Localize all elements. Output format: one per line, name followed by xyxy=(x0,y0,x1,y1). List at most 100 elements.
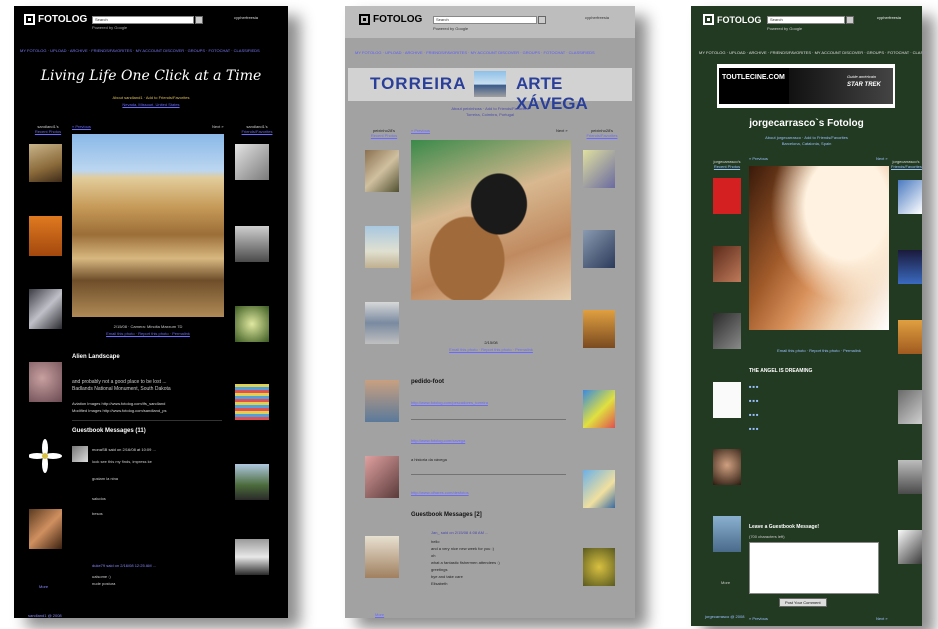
friend-thumb-2[interactable] xyxy=(898,250,922,284)
recent-photos-header[interactable]: peixinho28's Recent Photos xyxy=(363,128,405,138)
recent-thumb-4[interactable] xyxy=(713,382,741,418)
recent-thumb-3[interactable] xyxy=(713,313,741,349)
comment-3[interactable]: ■ ■ ■ xyxy=(749,412,889,426)
friend-thumb-2[interactable] xyxy=(235,226,269,262)
post-comment-button[interactable]: Post Your Comment xyxy=(779,598,827,607)
search-input[interactable]: Search xyxy=(433,16,537,24)
more-link[interactable]: More xyxy=(375,612,384,617)
friend-thumb-6[interactable] xyxy=(898,530,922,564)
post-divider-2 xyxy=(411,474,566,475)
user-name[interactable]: cypherfreesia xyxy=(585,15,609,20)
friend-thumb-2[interactable] xyxy=(583,230,615,268)
recent-thumb-3[interactable] xyxy=(365,302,399,344)
friend-thumb-4[interactable] xyxy=(235,384,269,420)
location-link[interactable]: Barcelona, Catalonia, Spain xyxy=(691,141,922,146)
recent-thumb-2[interactable] xyxy=(365,226,399,268)
friend-thumb-3[interactable] xyxy=(898,320,922,354)
about-links[interactable]: About sandland1 · Add to Friends/Favorit… xyxy=(14,95,288,100)
search-button[interactable] xyxy=(538,16,546,24)
main-nav[interactable]: MY FOTOLOG · UPLOAD · ARCHIVE · FRIENDS/… xyxy=(14,48,288,54)
search-input[interactable]: Search xyxy=(767,16,845,24)
main-photo[interactable] xyxy=(411,140,571,300)
recent-thumb-5[interactable] xyxy=(365,456,399,498)
about-links[interactable]: About jorgecarrasco · Add to Friends/Fav… xyxy=(691,135,922,140)
friend-thumb-4[interactable] xyxy=(583,390,615,428)
modified-link[interactable]: Modified Images http://www.fotolog.com/s… xyxy=(72,408,232,413)
previous-link[interactable]: « Previous xyxy=(749,156,768,161)
aviation-link[interactable]: Aviation Images http://www.fotolog.com/i… xyxy=(72,401,232,406)
friends-header[interactable]: sandland1's Friends/Favorites xyxy=(228,124,286,134)
previous-link-bottom[interactable]: « Previous xyxy=(749,616,768,621)
photo-actions[interactable]: Email this photo · Report this photo · P… xyxy=(411,347,571,352)
more-link[interactable]: More xyxy=(39,584,48,589)
recent-thumb-6[interactable] xyxy=(29,509,62,549)
footer-link[interactable]: jorgecarrasco @ 2008 xyxy=(705,614,744,619)
about-links[interactable]: About peixinhoss · Add to Friends/Favori… xyxy=(345,106,635,111)
char-count: (700 characters left) xyxy=(749,534,785,539)
recent-thumb-2[interactable] xyxy=(29,216,62,256)
comment-4[interactable]: ■ ■ ■ xyxy=(749,426,889,440)
recent-thumb-1[interactable] xyxy=(365,150,399,192)
recent-photos-header[interactable]: jorgecarrasco's Recent Photos xyxy=(707,159,747,169)
recent-thumb-4[interactable] xyxy=(29,362,62,402)
search-button[interactable] xyxy=(846,16,854,24)
friend-thumb-6[interactable] xyxy=(583,548,615,586)
recent-thumb-6[interactable] xyxy=(365,536,399,578)
main-nav[interactable]: MY FOTOLOG · UPLOAD · ARCHIVE · FRIENDS/… xyxy=(691,50,922,56)
post-link-1[interactable]: http://www.fotolog.com/pescadores_torrei… xyxy=(411,400,488,405)
friend-thumb-5[interactable] xyxy=(898,460,922,494)
gb-author-line[interactable]: monaSB said on 2/16/08 at 10:09 ... xyxy=(92,447,156,452)
ad-banner[interactable]: TOUTLECINE.COM Guide américain STAR TREK xyxy=(717,64,895,108)
search-input[interactable]: Search xyxy=(92,16,194,24)
previous-link[interactable]: « Previous xyxy=(411,128,430,133)
gb-author-line[interactable]: Jan_ said on 2/15/08 4:08 AM ... xyxy=(431,530,488,535)
search-button[interactable] xyxy=(195,16,203,24)
location-link[interactable]: Torreira, Coimbra, Portugal xyxy=(345,112,635,117)
friend-thumb-1[interactable] xyxy=(898,180,922,214)
recent-thumb-1[interactable] xyxy=(713,178,741,214)
friends-header[interactable]: jorgecarrasco's Friends/Favorites xyxy=(891,159,922,169)
main-photo[interactable] xyxy=(749,166,889,330)
guestbook-textarea[interactable] xyxy=(749,542,879,594)
recent-thumb-6[interactable] xyxy=(713,516,741,552)
main-nav[interactable]: MY FOTOLOG · UPLOAD · ARCHIVE · FRIENDS/… xyxy=(345,50,635,56)
friend-thumb-3[interactable] xyxy=(235,306,269,342)
comment-2[interactable]: ■ ■ ■ xyxy=(749,398,889,412)
recent-photos-header[interactable]: sandland1's Recent Photos xyxy=(28,124,68,134)
fotolog-logo[interactable]: FOTOLOG xyxy=(703,14,761,25)
friend-thumb-6[interactable] xyxy=(235,539,269,575)
recent-thumb-3[interactable] xyxy=(29,289,62,329)
comment-1[interactable]: ■ ■ ■ xyxy=(749,384,889,398)
next-link[interactable]: Next » xyxy=(876,156,888,161)
friend-thumb-4[interactable] xyxy=(898,390,922,424)
fotolog-logo[interactable]: FOTOLOG xyxy=(359,14,422,25)
recent-thumb-5[interactable] xyxy=(713,449,741,485)
previous-link[interactable]: « Previous xyxy=(72,124,91,129)
guestbook-avatar[interactable] xyxy=(72,446,88,462)
location-link[interactable]: Nevada, Missouri, United States xyxy=(14,102,288,107)
main-photo[interactable] xyxy=(72,134,224,317)
post-link-3[interactable]: http://www.olhares.com/desfotos xyxy=(411,490,469,495)
user-name[interactable]: cypherfreesia xyxy=(877,15,901,20)
photo-actions[interactable]: Email this photo · Report this photo · P… xyxy=(72,331,224,336)
next-link[interactable]: Next » xyxy=(212,124,224,129)
gb-author-line-2[interactable]: duke79 said on 2/16/08 12:25 AM ... xyxy=(92,563,156,568)
friend-thumb-5[interactable] xyxy=(235,464,269,500)
recent-thumb-2[interactable] xyxy=(713,246,741,282)
post-link-2[interactable]: http://www.fotolog.com/xavega xyxy=(411,438,465,443)
recent-thumb-5[interactable] xyxy=(28,436,62,476)
recent-thumb-1[interactable] xyxy=(29,144,62,182)
friend-thumb-1[interactable] xyxy=(583,150,615,188)
next-link[interactable]: Next » xyxy=(556,128,568,133)
next-link-bottom[interactable]: Next » xyxy=(876,616,888,621)
recent-thumb-4[interactable] xyxy=(365,380,399,422)
footer-link[interactable]: sandland1 @ 2008 xyxy=(28,613,62,618)
photo-actions[interactable]: Email this photo · Report this photo · P… xyxy=(749,348,889,353)
friend-thumb-3[interactable] xyxy=(583,310,615,348)
friend-thumb-5[interactable] xyxy=(583,470,615,508)
user-name[interactable]: cypherfreesia xyxy=(234,15,258,20)
fotolog-logo[interactable]: FOTOLOG xyxy=(24,14,87,25)
more-link[interactable]: More xyxy=(721,580,730,585)
friend-thumb-1[interactable] xyxy=(235,144,269,180)
friends-header[interactable]: peixinho28's Friends/Favorites xyxy=(577,128,627,138)
